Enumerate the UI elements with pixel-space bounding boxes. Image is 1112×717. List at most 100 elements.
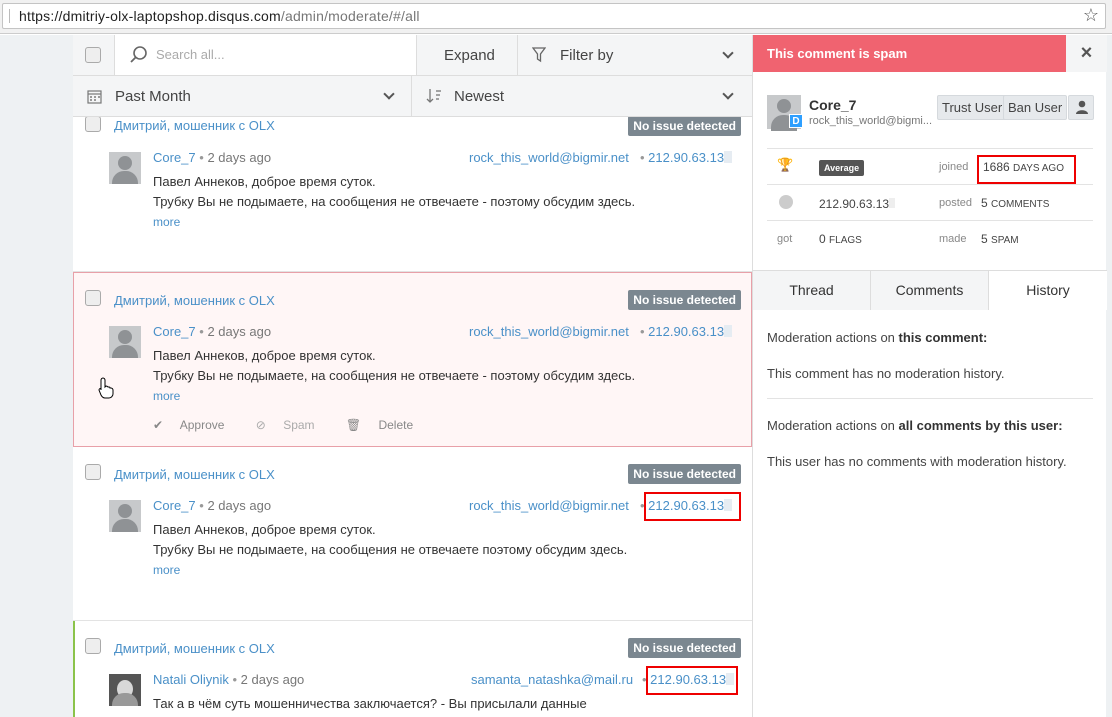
select-all-checkbox[interactable] xyxy=(85,47,101,63)
comment-item-selected[interactable]: Дмитрий, мошенник с OLX No issue detecte… xyxy=(73,272,752,447)
period-dropdown[interactable]: Past Month xyxy=(73,76,412,117)
spam-status-bar: This comment is spam xyxy=(753,35,1066,72)
select-all-cell xyxy=(73,35,115,76)
comment-checkbox[interactable] xyxy=(85,117,101,132)
got-label: got xyxy=(777,233,793,245)
globe-icon xyxy=(779,195,793,209)
comment-author: Natali Oliynik • 2 days ago xyxy=(153,672,305,687)
close-icon[interactable]: × xyxy=(1066,35,1107,72)
reputation-badge: Average xyxy=(819,160,865,176)
expand-button[interactable]: Expand xyxy=(417,35,518,76)
user-email: rock_this_world@bigmi... xyxy=(809,115,933,127)
author-link[interactable]: Core_7 xyxy=(153,150,196,165)
comment-author: Core_7 • 2 days ago xyxy=(153,150,272,165)
url-field[interactable]: https://dmitriy-olx-laptopshop.disqus.co… xyxy=(2,3,1106,29)
right-gutter xyxy=(1106,35,1112,717)
comment-time[interactable]: 2 days ago xyxy=(207,498,271,513)
comment-text-line: Трубку Вы не подымаете, на сообщения не … xyxy=(153,194,636,209)
spam-button[interactable]: ⊘ Spam xyxy=(256,418,329,432)
comment-time[interactable]: 2 days ago xyxy=(207,150,271,165)
comment-text-line: Павел Аннеков, доброе время суток. xyxy=(153,174,376,189)
trash-icon: 🗑 xyxy=(345,418,362,432)
url-path: /admin/moderate/#/all xyxy=(280,8,420,24)
trophy-icon: 🏆 xyxy=(777,157,794,172)
search-box[interactable]: Search all... xyxy=(115,35,417,76)
stat-row-ip: 212.90.63.13 posted 5 COMMENTS xyxy=(767,184,1093,220)
comment-item[interactable]: Дмитрий, мошенник с OLX No issue detecte… xyxy=(73,621,752,717)
sort-dropdown[interactable]: Newest xyxy=(412,76,752,117)
comment-item[interactable]: Дмитрий, мошенник с OLX No issue detecte… xyxy=(73,117,752,272)
author-link[interactable]: Core_7 xyxy=(153,498,196,513)
moderation-toolbar: Search all... Expand Filter by Past Mont… xyxy=(73,35,752,117)
more-link[interactable]: more xyxy=(153,563,180,577)
author-email[interactable]: rock_this_world@bigmir.net xyxy=(469,150,629,165)
more-link[interactable]: more xyxy=(153,215,180,229)
url-text[interactable]: https://dmitriy-olx-laptopshop.disqus.co… xyxy=(19,8,420,24)
search-icon xyxy=(130,46,147,63)
user-icon xyxy=(1076,100,1088,114)
comment-text-line: Павел Аннеков, доброе время суток. xyxy=(153,522,376,537)
tab-history[interactable]: History xyxy=(989,271,1107,310)
user-profile-button[interactable] xyxy=(1068,95,1094,120)
author-link[interactable]: Core_7 xyxy=(153,324,196,339)
author-email[interactable]: samanta_natashka@mail.ru xyxy=(471,672,633,687)
tab-thread[interactable]: Thread xyxy=(753,271,871,310)
spam-icon: ⊘ xyxy=(255,418,266,432)
comment-author: Core_7 • 2 days ago xyxy=(153,324,272,339)
comment-time[interactable]: 2 days ago xyxy=(241,672,305,687)
author-link[interactable]: Natali Oliynik xyxy=(153,672,229,687)
author-ip[interactable]: • 212.90.63.13 xyxy=(640,324,733,339)
check-icon: ✔ xyxy=(153,418,164,432)
left-gutter xyxy=(0,35,73,717)
thread-link[interactable]: Дмитрий, мошенник с OLX xyxy=(114,293,275,308)
flags-value: 0 FLAGS xyxy=(819,232,862,246)
author-ip[interactable]: • 212.90.63.13 xyxy=(640,150,733,165)
approve-button[interactable]: ✔ Approve xyxy=(153,418,238,432)
sort-icon xyxy=(426,89,441,103)
history-this-empty: This comment has no moderation history. xyxy=(767,366,1005,381)
avatar[interactable] xyxy=(109,674,141,706)
comment-text-line: Павел Аннеков, доброе время суток. xyxy=(153,348,376,363)
trust-user-button[interactable]: Trust User xyxy=(937,95,1008,120)
tab-comments[interactable]: Comments xyxy=(871,271,989,310)
bookmark-star-icon[interactable]: ☆ xyxy=(1083,5,1099,26)
url-separator xyxy=(9,9,10,23)
chevron-down-icon xyxy=(722,47,734,59)
more-link[interactable]: more xyxy=(153,389,180,403)
filter-dropdown[interactable]: Filter by xyxy=(518,35,752,76)
search-input[interactable]: Search all... xyxy=(156,47,225,62)
made-label: made xyxy=(939,233,967,245)
avatar[interactable] xyxy=(109,500,141,532)
author-email[interactable]: rock_this_world@bigmir.net xyxy=(469,498,629,513)
thread-link[interactable]: Дмитрий, мошенник с OLX xyxy=(114,118,275,133)
sort-label: Newest xyxy=(454,88,505,105)
user-name[interactable]: Core_7 xyxy=(809,97,856,113)
comment-checkbox[interactable] xyxy=(85,638,101,654)
comment-time[interactable]: 2 days ago xyxy=(207,324,271,339)
comment-text-line: Трубку Вы не подымаете, на сообщения не … xyxy=(153,368,636,383)
avatar[interactable] xyxy=(109,152,141,184)
comment-item[interactable]: Дмитрий, мошенник с OLX No issue detecte… xyxy=(73,447,752,621)
disqus-badge-icon: D xyxy=(789,114,803,128)
history-this-heading: Moderation actions on this comment: xyxy=(767,330,988,345)
posted-value: 5 COMMENTS xyxy=(981,196,1050,210)
comment-checkbox[interactable] xyxy=(85,464,101,480)
thread-link[interactable]: Дмитрий, мошенник с OLX xyxy=(114,641,275,656)
history-all-heading: Moderation actions on all comments by th… xyxy=(767,418,1063,433)
detail-tabs: Thread Comments History xyxy=(753,270,1107,310)
comment-author: Core_7 • 2 days ago xyxy=(153,498,272,513)
comment-list: Дмитрий, мошенник с OLX No issue detecte… xyxy=(73,117,752,717)
avatar[interactable] xyxy=(109,326,141,358)
author-email[interactable]: rock_this_world@bigmir.net xyxy=(469,324,629,339)
ban-user-button[interactable]: Ban User xyxy=(1003,95,1068,120)
period-label: Past Month xyxy=(115,88,191,105)
thread-link[interactable]: Дмитрий, мошенник с OLX xyxy=(114,467,275,482)
status-badge: No issue detected xyxy=(628,117,741,136)
expand-label: Expand xyxy=(444,47,495,64)
user-ip: 212.90.63.13 xyxy=(819,197,896,211)
stat-row-reputation: 🏆 Average joined 1686 DAYS AGO xyxy=(767,148,1093,184)
comment-actions: ✔ Approve ⊘ Spam 🗑 Delete xyxy=(153,418,441,432)
comment-checkbox[interactable] xyxy=(85,290,101,306)
highlight-box xyxy=(646,666,738,695)
delete-button[interactable]: 🗑 Delete xyxy=(346,418,427,432)
